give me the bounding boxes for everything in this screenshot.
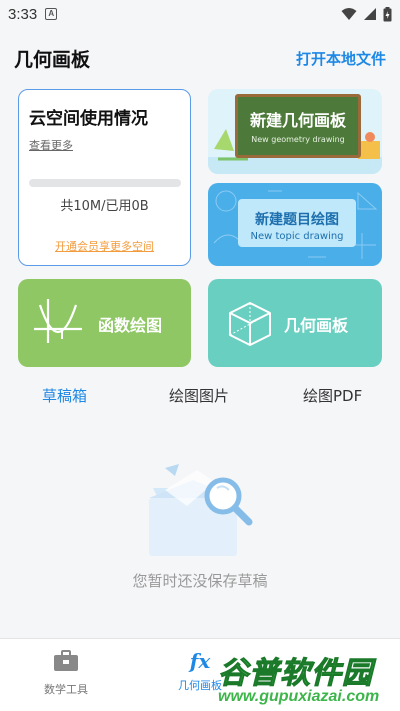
empty-message: 您暂时还没保存草稿 — [132, 572, 268, 590]
cloud-storage-card[interactable]: 云空间使用情况 查看更多 共10M/已用0B 开通会员享更多空间 — [18, 89, 191, 266]
function-graph-icon — [34, 299, 82, 343]
battery-icon — [383, 6, 392, 21]
watermark-title: 谷普软件园 — [218, 656, 373, 692]
new-topic-title: 新建题目绘图 — [255, 212, 339, 228]
wifi-icon — [341, 8, 357, 20]
open-local-file-button[interactable]: 打开本地文件 — [296, 48, 386, 69]
storage-progress-bar — [29, 179, 181, 187]
view-more-link[interactable]: 查看更多 — [29, 137, 180, 153]
new-topic-subtitle: New topic drawing — [250, 231, 344, 242]
new-geometry-drawing-card[interactable]: 新建几何画板 New geometry drawing — [208, 89, 382, 174]
vip-upgrade-link[interactable]: 开通会员享更多空间 — [29, 238, 180, 254]
status-time: 3:33 — [8, 5, 38, 23]
page-title: 几何画板 — [14, 48, 91, 71]
new-topic-drawing-card[interactable]: 新建题目绘图 New topic drawing — [208, 183, 382, 266]
chalkboard: 新建几何画板 New geometry drawing — [235, 94, 361, 158]
signal-icon — [364, 8, 376, 20]
content-tabs: 草稿箱 绘图图片 绘图PDF — [0, 382, 400, 408]
geometry-board-card[interactable]: 几何画板 — [208, 279, 382, 367]
nav-math-tools[interactable]: 数学工具 — [16, 649, 116, 697]
geometry-board-label: 几何画板 — [284, 316, 349, 335]
tab-drawing-images[interactable]: 绘图图片 — [169, 385, 229, 406]
nav-math-tools-label: 数学工具 — [44, 683, 88, 696]
site-watermark: 谷普软件园 www.gupuxiazai.com — [218, 648, 398, 708]
storage-usage-text: 共10M/已用0B — [60, 199, 149, 214]
status-bar: 3:33 A — [0, 0, 400, 28]
empty-search-box-illustration — [149, 464, 253, 556]
notification-icon: A — [45, 8, 58, 20]
app-header: 几何画板 打开本地文件 — [0, 40, 400, 76]
watermark-url: www.gupuxiazai.com — [218, 688, 380, 705]
new-geometry-title: 新建几何画板 — [249, 111, 346, 130]
toolbox-icon — [54, 650, 78, 671]
cloud-storage-title: 云空间使用情况 — [29, 109, 148, 129]
new-geometry-subtitle: New geometry drawing — [251, 135, 345, 144]
function-plot-card[interactable]: 函数绘图 — [18, 279, 191, 367]
cube-icon — [229, 302, 271, 346]
tab-drafts[interactable]: 草稿箱 — [42, 385, 87, 406]
tab-drawing-pdf[interactable]: 绘图PDF — [303, 385, 362, 406]
function-plot-label: 函数绘图 — [98, 316, 163, 335]
topic-tile: 新建题目绘图 New topic drawing — [238, 199, 356, 247]
